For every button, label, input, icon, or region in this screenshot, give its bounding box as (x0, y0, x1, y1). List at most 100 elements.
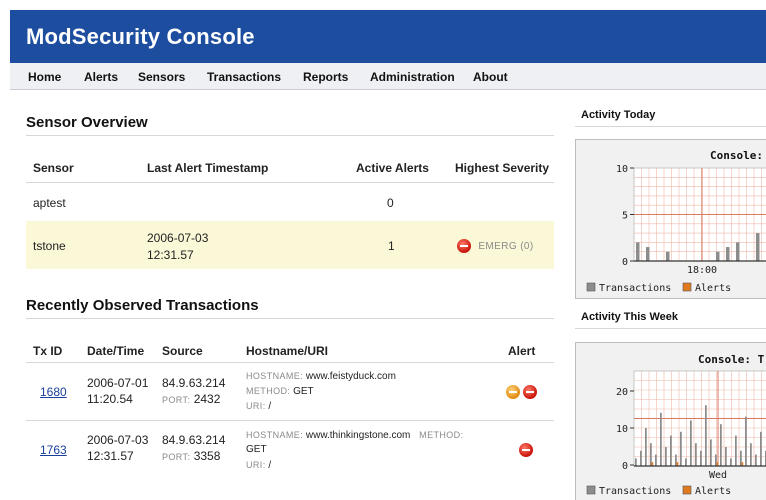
col-source: Source (162, 344, 203, 358)
tx-date: 2006-07-03 (87, 433, 149, 447)
main-nav: Home Alerts Sensors Transactions Reports… (10, 63, 766, 90)
nav-reports[interactable]: Reports (303, 70, 348, 84)
tx-id-link[interactable]: 1680 (40, 384, 67, 400)
transaction-bar (666, 251, 670, 261)
transaction-bar (640, 450, 642, 466)
transaction-bar (700, 450, 702, 466)
transaction-bar (680, 431, 682, 466)
transaction-bar (720, 424, 722, 466)
app-title: ModSecurity Console (26, 24, 255, 49)
nav-about[interactable]: About (473, 70, 508, 84)
last-alert-time: 12:31.57 (147, 248, 194, 262)
activity-today-plot: 105018:000TransactionsAlerts (586, 164, 766, 294)
col-last-alert: Last Alert Timestamp (147, 161, 269, 175)
tx-id-link[interactable]: 1763 (40, 442, 67, 458)
tx-method: GET (246, 444, 267, 455)
transaction-bar (655, 454, 657, 466)
activity-today-chart: Console: 105018:000TransactionsAlerts (575, 139, 766, 299)
tx-alert-icons (519, 441, 533, 457)
nav-home[interactable]: Home (28, 70, 61, 84)
y-tick-label: 5 (622, 211, 628, 222)
tx-source-port: PORT: 3358 (162, 449, 221, 463)
transaction-bar (675, 454, 677, 466)
transaction-bar (690, 420, 692, 466)
nav-sensors[interactable]: Sensors (138, 70, 185, 84)
col-active-alerts: Active Alerts (356, 161, 429, 175)
transaction-bar (685, 458, 687, 466)
emergency-severity-icon (457, 238, 471, 253)
divider (26, 135, 554, 136)
tx-source-ip: 84.9.63.214 (162, 433, 226, 447)
transaction-bar (716, 251, 720, 261)
transaction-bar (735, 435, 737, 466)
col-sensor: Sensor (33, 161, 74, 175)
y-tick-label: 10 (616, 424, 628, 435)
transaction-bar (760, 431, 762, 466)
activity-week-chart: Console: T 20 10 0 Wed Transactions Alerts (575, 342, 766, 500)
last-alert-date: 2006-07-03 (147, 231, 209, 245)
active-alerts-count: 0 (387, 196, 394, 210)
emergency-severity-icon[interactable] (523, 384, 538, 399)
transaction-bar (750, 443, 752, 466)
transaction-bar (726, 247, 730, 261)
transaction-bar (646, 247, 650, 261)
tx-source-ip: 84.9.63.214 (162, 376, 226, 390)
transaction-bar (670, 435, 672, 466)
tx-hostname: HOSTNAME: www.thinkingstone.com METHOD: (246, 430, 464, 441)
divider (26, 362, 554, 363)
nav-transactions[interactable]: Transactions (207, 70, 281, 84)
tx-uri: URI: / (246, 460, 272, 471)
col-txid: Tx ID (33, 344, 63, 358)
nav-administration[interactable]: Administration (370, 70, 455, 84)
divider (575, 328, 766, 329)
activity-week-title: Activity This Week (581, 311, 678, 323)
legend-swatch-transactions (586, 282, 596, 292)
transaction-bar (725, 447, 727, 466)
legend-label-alerts: Alerts (695, 486, 731, 497)
warning-icon[interactable] (506, 384, 520, 399)
transaction-bar (636, 242, 640, 261)
divider (26, 182, 554, 183)
transaction-bar (755, 454, 757, 466)
transaction-bar (715, 454, 717, 466)
legend-swatch-transactions (586, 485, 596, 495)
divider (26, 420, 554, 421)
legend-swatch-alerts (682, 485, 692, 495)
transactions-title: Recently Observed Transactions (26, 297, 259, 314)
legend-swatch-alerts (682, 282, 692, 292)
transaction-bar (710, 439, 712, 466)
severity-cell: EMERG (0) (457, 237, 534, 255)
y-tick-label: 10 (616, 164, 628, 175)
tx-time: 12:31.57 (87, 449, 134, 463)
col-hostname: Hostname/URI (246, 344, 329, 358)
tx-date: 2006-07-01 (87, 376, 149, 390)
y-tick-label: 0 (622, 257, 628, 268)
y-tick-label: 20 (616, 387, 628, 398)
tx-time: 11:20.54 (87, 392, 133, 406)
sensor-name[interactable]: tstone (33, 238, 66, 254)
x-tick-label: 18:00 (687, 265, 717, 276)
emergency-severity-icon[interactable] (519, 442, 533, 457)
y-tick-label: 0 (622, 461, 628, 472)
transaction-bar (736, 242, 740, 261)
nav-alerts[interactable]: Alerts (84, 70, 118, 84)
legend-label-transactions: Transactions (599, 486, 671, 497)
transaction-bar (650, 443, 652, 466)
legend-label-alerts: Alerts (695, 283, 731, 294)
divider (26, 318, 554, 319)
app-header: ModSecurity Console (10, 10, 766, 63)
divider (575, 126, 766, 127)
tx-source-port: PORT: 2432 (162, 392, 221, 406)
legend-label-transactions: Transactions (599, 283, 671, 294)
transaction-bar (695, 443, 697, 466)
severity-label: EMERG (0) (478, 241, 534, 252)
x-tick-label: Wed (709, 470, 727, 481)
sensor-overview-title: Sensor Overview (26, 114, 148, 131)
transaction-bar (705, 405, 707, 466)
sensor-name[interactable]: aptest (33, 195, 66, 211)
tx-uri: URI: / (246, 401, 272, 412)
transaction-bar (730, 458, 732, 466)
activity-week-plot: 20 10 0 Wed Transactions Alerts (586, 370, 766, 497)
transaction-bar (745, 416, 747, 466)
col-alert: Alert (508, 344, 536, 358)
